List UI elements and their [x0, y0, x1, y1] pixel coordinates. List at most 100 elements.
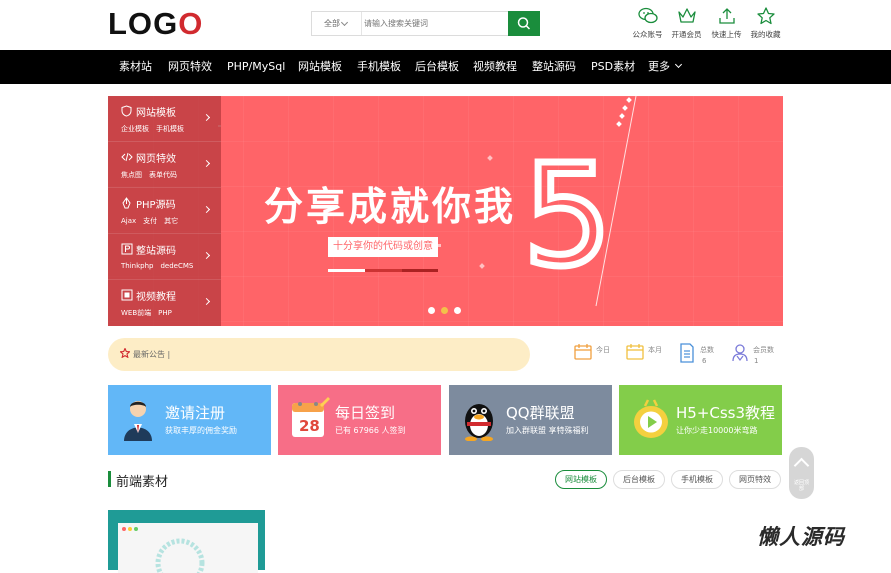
- calendar-icon: 28: [292, 397, 330, 437]
- nav-item-php-mysql[interactable]: PHP/MySql: [227, 50, 285, 84]
- tab-mobile-templates[interactable]: 手机模板: [671, 470, 723, 489]
- logo-text-lo: LO: [108, 6, 154, 41]
- banner-underline: [365, 269, 402, 272]
- sidebar-item-title: 网站模板: [136, 108, 176, 119]
- announcement-text: 最新公告 |: [133, 350, 171, 359]
- stat-today: 今日: [574, 341, 634, 371]
- star-icon: [120, 348, 130, 358]
- sidebar-sub-link[interactable]: 焦点图: [121, 171, 142, 179]
- search-input[interactable]: [364, 15, 504, 32]
- calendar-icon: [626, 344, 644, 360]
- svg-text:28: 28: [299, 417, 320, 435]
- sidebar-item-web-effects[interactable]: 网页特效 焦点图 表单代码: [108, 142, 221, 188]
- banner-big-number: 5: [523, 135, 612, 298]
- sidebar-sub-link[interactable]: 表单代码: [149, 171, 177, 179]
- sidebar-sub-link[interactable]: 手机模板: [156, 125, 184, 133]
- card-h5-tutorial[interactable]: H5+Css3教程 让你少走10000米弯路: [619, 385, 782, 455]
- chevron-right-icon: [202, 251, 211, 260]
- sidebar-item-full-source[interactable]: 整站源码 Thinkphp dedeCMS: [108, 234, 221, 280]
- tab-admin-templates[interactable]: 后台模板: [613, 470, 665, 489]
- sidebar-item-php-source[interactable]: PHP源码 Ajax 支付 其它: [108, 188, 221, 234]
- stat-total: 总数 6: [678, 341, 738, 371]
- site-header: LOGO 全部 公众账号 开通会员 快速上传 我的收藏: [0, 0, 891, 50]
- vip-button[interactable]: 开通会员: [664, 6, 709, 40]
- hero-banner[interactable]: 5 网站模板 企业模板 手机模板 网页特效 焦点图 表单代码 PHP源码 Ajax 支…: [108, 96, 783, 326]
- category-sidebar: 网站模板 企业模板 手机模板 网页特效 焦点图 表单代码 PHP源码 Ajax 支付其…: [108, 96, 221, 326]
- chevron-right-icon: [202, 159, 211, 168]
- members-icon: [732, 344, 748, 362]
- tab-web-effects[interactable]: 网页特效: [729, 470, 781, 489]
- upload-icon: [718, 8, 735, 24]
- stat-value: 6: [702, 357, 707, 365]
- stat-label: 今日: [596, 346, 610, 354]
- card-checkin[interactable]: 28 每日签到 已有 67966 人签到: [278, 385, 441, 455]
- card-subtitle: 已有 67966 人签到: [335, 426, 406, 435]
- sidebar-sub-link[interactable]: Ajax: [121, 217, 136, 225]
- nav-item-more[interactable]: 更多: [648, 50, 683, 84]
- card-subtitle: 加入群联盟 享特殊福利: [506, 426, 589, 435]
- sidebar-item-site-templates[interactable]: 网站模板 企业模板 手机模板: [108, 96, 221, 142]
- banner-subtitle: 十分享你的代码或创意: [328, 237, 438, 257]
- favorites-button[interactable]: 我的收藏: [743, 6, 788, 40]
- card-title: H5+Css3教程: [676, 404, 776, 422]
- nav-item-full-source[interactable]: 整站源码: [532, 50, 576, 84]
- chevron-right-icon: [202, 297, 211, 306]
- code-icon: [121, 152, 133, 162]
- sidebar-item-title: PHP源码: [136, 200, 176, 211]
- person-icon: [124, 401, 152, 441]
- nav-item-video-tutorials[interactable]: 视频教程: [473, 50, 517, 84]
- sidebar-sub-link[interactable]: 企业模板: [121, 125, 149, 133]
- stat-label: 总数: [700, 346, 714, 354]
- sidebar-item-title: 整站源码: [136, 246, 176, 257]
- logo[interactable]: LOGO: [108, 6, 203, 42]
- search-category-label: 全部: [324, 19, 340, 28]
- search-bar: 全部: [311, 11, 540, 36]
- nav-item-admin-templates[interactable]: 后台模板: [415, 50, 459, 84]
- play-icon: [634, 399, 668, 438]
- stat-value: 1: [754, 357, 759, 365]
- nav-item-site-templates[interactable]: 网站模板: [298, 50, 342, 84]
- chevron-right-icon: [202, 205, 211, 214]
- penguin-icon: [465, 404, 493, 441]
- search-button[interactable]: [508, 11, 540, 36]
- sidebar-sub-link[interactable]: PHP: [158, 309, 172, 317]
- nav-item-sucai[interactable]: 素材站: [119, 50, 152, 84]
- nav-item-web-effects[interactable]: 网页特效: [168, 50, 212, 84]
- nav-item-psd[interactable]: PSD素材: [591, 50, 635, 84]
- sidebar-sub-link[interactable]: dedeCMS: [160, 262, 193, 270]
- thumbnail-window: [118, 523, 258, 573]
- carousel-dot-active[interactable]: [441, 307, 448, 314]
- sidebar-item-title: 网页特效: [136, 154, 176, 165]
- section-accent-bar: [108, 471, 111, 487]
- carousel-dot[interactable]: [428, 307, 435, 314]
- sidebar-sub-link[interactable]: Thinkphp: [121, 262, 153, 270]
- card-subtitle: 让你少走10000米弯路: [676, 426, 758, 435]
- card-invite[interactable]: 邀请注册 获取丰厚的佣金奖励: [108, 385, 271, 455]
- card-title: 邀请注册: [165, 404, 226, 422]
- tab-site-templates[interactable]: 网站模板: [555, 470, 607, 489]
- chevron-right-icon: [202, 113, 211, 122]
- nav-item-mobile-templates[interactable]: 手机模板: [357, 50, 401, 84]
- calendar-icon: [574, 344, 592, 360]
- chevron-up-icon: [793, 457, 810, 474]
- nav-more-label: 更多: [648, 60, 670, 73]
- search-category-select[interactable]: 全部: [312, 12, 362, 35]
- carousel-dot[interactable]: [454, 307, 461, 314]
- template-thumbnail[interactable]: [108, 510, 265, 573]
- card-qq-group[interactable]: QQ群联盟 加入群联盟 享特殊福利: [449, 385, 612, 455]
- sidebar-sub-link[interactable]: 其它: [164, 217, 178, 225]
- shield-icon: [121, 105, 132, 117]
- stat-members: 会员数 1: [731, 341, 791, 371]
- thumbnail-graphic: [155, 538, 205, 573]
- favorites-label: 我的收藏: [750, 30, 781, 39]
- logo-text-o: O: [178, 6, 204, 41]
- sidebar-item-title: 视频教程: [136, 292, 176, 303]
- stat-label: 会员数: [753, 346, 774, 354]
- announcement-bar[interactable]: 最新公告 |: [108, 338, 530, 371]
- sidebar-sub-link[interactable]: WEB前端: [121, 309, 151, 317]
- back-to-top-button[interactable]: 返回顶部: [789, 447, 814, 499]
- document-icon: [680, 343, 694, 363]
- sidebar-item-video-tutorials[interactable]: 视频教程 WEB前端 PHP: [108, 280, 221, 326]
- p-icon: [121, 243, 133, 255]
- sidebar-sub-link[interactable]: 支付: [143, 217, 157, 225]
